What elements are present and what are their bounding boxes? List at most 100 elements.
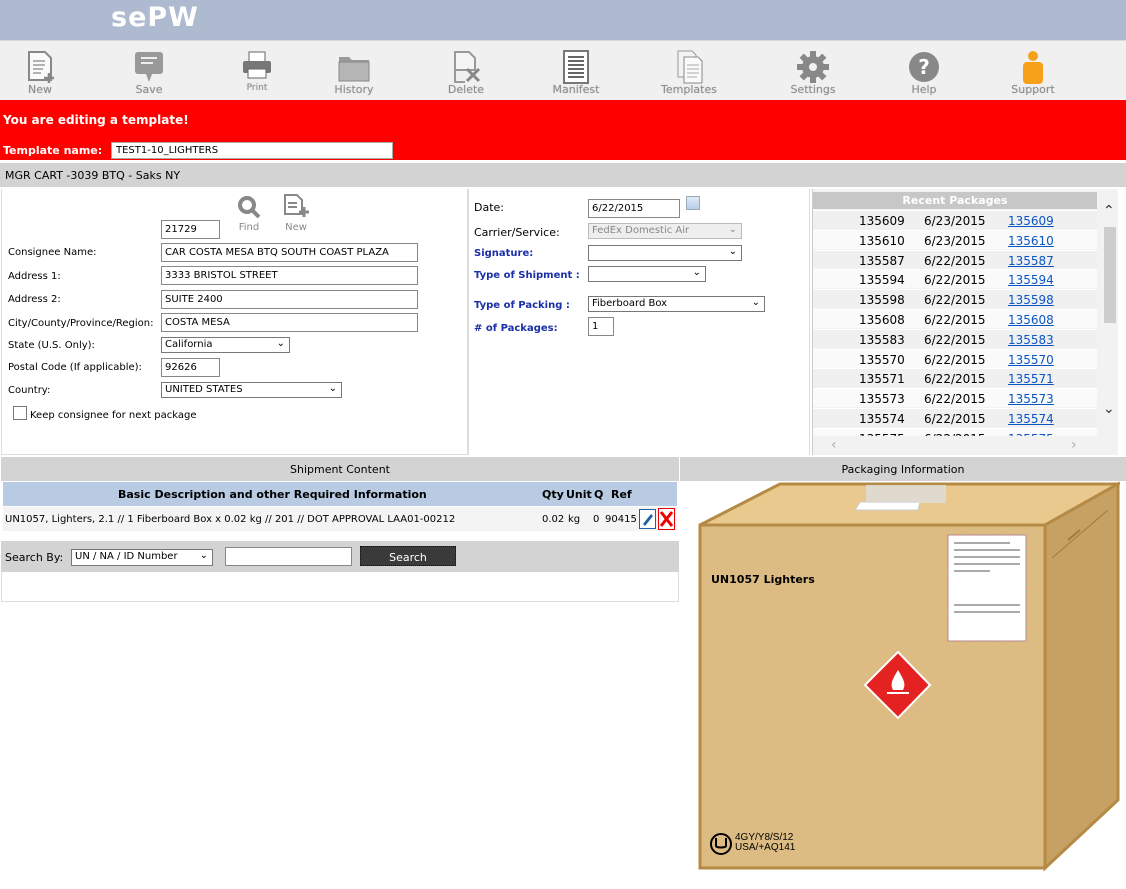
package-link[interactable]: 135574 [1008, 412, 1054, 426]
q-column-header: Q [594, 488, 604, 501]
shipment-type-label: Type of Shipment : [474, 270, 580, 281]
package-link[interactable]: 135583 [1008, 333, 1054, 347]
description-column-header: Basic Description and other Required Inf… [118, 488, 427, 501]
help-label: Help [911, 83, 937, 96]
consignee-name-label: Consignee Name: [8, 247, 97, 258]
chevron-right-icon[interactable]: › [1071, 437, 1077, 453]
new-button[interactable]: New [10, 49, 70, 96]
date-input[interactable]: 6/22/2015 [588, 199, 680, 218]
settings-button[interactable]: Settings [783, 49, 843, 96]
recent-package-row: 135583 6/22/2015 135583 [813, 328, 1097, 348]
template-name-input[interactable]: TEST1-10_LIGHTERS [111, 142, 393, 159]
content-table-header: Basic Description and other Required Inf… [3, 482, 677, 506]
consignee-name-input[interactable]: CAR COSTA MESA BTQ SOUTH COAST PLAZA [161, 243, 418, 262]
package-date: 6/22/2015 [924, 372, 986, 387]
save-button[interactable]: Save [119, 49, 179, 96]
package-id: 135574 [859, 412, 905, 426]
package-link[interactable]: 135609 [1008, 214, 1054, 228]
search-input[interactable] [225, 547, 352, 566]
print-label: Print [246, 83, 268, 93]
package-link[interactable]: 135575 [1008, 432, 1054, 436]
package-date: 6/22/2015 [924, 392, 986, 407]
delete-button[interactable]: Delete [436, 49, 496, 96]
print-button[interactable]: Print [227, 49, 287, 93]
recent-package-row: 135609 6/23/2015 135609 [813, 210, 1097, 229]
help-icon: ? [909, 52, 939, 82]
address1-label: Address 1: [8, 271, 61, 282]
country-select[interactable]: UNITED STATES ⌄ [161, 382, 342, 398]
new-document-icon [284, 194, 309, 217]
date-label: Date: [474, 201, 504, 214]
template-name-label: Template name: [3, 144, 103, 157]
horizontal-scrollbar[interactable]: ‹ › [813, 437, 1097, 455]
templates-label: Templates [661, 83, 717, 96]
recent-packages-list: 135609 6/23/2015 135609 135610 6/23/2015 1356… [813, 210, 1097, 436]
row-description: UN1057, Lighters, 2.1 // 1 Fiberboard Bo… [5, 514, 456, 525]
chevron-down-icon: ⌄ [199, 550, 208, 561]
recent-package-row: 135594 6/22/2015 135594 [813, 269, 1097, 289]
package-id: 135573 [859, 392, 905, 407]
signature-select[interactable]: ⌄ [588, 245, 742, 261]
content-footer [1, 572, 679, 602]
search-type-select[interactable]: UN / NA / ID Number ⌄ [71, 549, 213, 566]
new-consignee-button[interactable]: New [278, 193, 314, 233]
package-id: 135610 [859, 233, 905, 248]
consignee-id-input[interactable]: 21729 [161, 220, 220, 239]
package-link[interactable]: 135598 [1008, 293, 1054, 307]
account-bar: MGR CART -3039 BTQ - Saks NY [0, 163, 1126, 187]
package-link[interactable]: 135570 [1008, 353, 1054, 367]
chevron-up-icon[interactable]: ⌃ [1103, 203, 1115, 219]
package-link[interactable]: 135610 [1008, 234, 1054, 248]
search-button[interactable]: Search [360, 546, 456, 566]
package-link[interactable]: 135608 [1008, 313, 1054, 327]
new-label: New [28, 83, 52, 96]
app-logo: sePW [111, 2, 199, 33]
package-link[interactable]: 135594 [1008, 273, 1054, 287]
settings-label: Settings [790, 83, 836, 96]
package-date: 6/22/2015 [924, 352, 986, 367]
city-input[interactable]: COSTA MESA [161, 313, 418, 332]
support-label: Support [1011, 83, 1055, 96]
scrollbar-thumb[interactable] [1104, 227, 1116, 323]
row-unit: kg [568, 514, 581, 525]
package-link[interactable]: 135587 [1008, 254, 1054, 268]
packing-type-select[interactable]: Fiberboard Box ⌄ [588, 296, 765, 312]
address1-input[interactable]: 3333 BRISTOL STREET [161, 266, 418, 285]
keep-consignee-checkbox[interactable] [13, 406, 27, 420]
package-date: 6/22/2015 [924, 273, 986, 288]
postal-input[interactable]: 92626 [161, 358, 220, 377]
manifest-button[interactable]: Manifest [546, 49, 606, 96]
recent-package-row: 135570 6/22/2015 135570 [813, 348, 1097, 368]
row-ref: 90415 [605, 514, 637, 525]
address2-input[interactable]: SUITE 2400 [161, 290, 418, 309]
chevron-down-icon[interactable]: ⌄ [1103, 401, 1115, 417]
search-by-label: Search By: [5, 551, 64, 564]
calendar-icon[interactable] [686, 196, 700, 210]
edit-icon[interactable] [639, 509, 656, 529]
find-label: Find [238, 222, 260, 233]
delete-icon[interactable] [658, 508, 675, 530]
templates-button[interactable]: Templates [659, 49, 719, 96]
package-date: 6/22/2015 [924, 432, 986, 436]
find-button[interactable]: Find [231, 195, 267, 233]
package-link[interactable]: 135573 [1008, 392, 1054, 406]
state-select[interactable]: California ⌄ [161, 337, 290, 353]
chevron-left-icon[interactable]: ‹ [831, 437, 837, 453]
carrier-select[interactable]: FedEx Domestic Air ⌄ [588, 223, 742, 239]
shipment-type-select[interactable]: ⌄ [588, 266, 706, 282]
chevron-down-icon: ⌄ [692, 267, 701, 278]
packages-count-input[interactable]: 1 [588, 317, 614, 336]
save-label: Save [135, 83, 163, 96]
packing-type-value: Fiberboard Box [592, 298, 668, 309]
un-mark-line2: USA/+AQ141 [735, 842, 796, 853]
package-id: 135575 [859, 432, 905, 436]
carrier-value: FedEx Domestic Air [592, 225, 690, 236]
delete-label: Delete [447, 83, 485, 96]
support-button[interactable]: Support [1003, 49, 1063, 96]
help-button[interactable]: ? Help [894, 49, 954, 96]
history-button[interactable]: History [324, 49, 384, 96]
postal-label: Postal Code (If applicable): [8, 362, 142, 373]
package-link[interactable]: 135571 [1008, 372, 1054, 386]
gear-icon [797, 51, 829, 83]
editing-banner: You are editing a template! Template nam… [0, 100, 1126, 160]
